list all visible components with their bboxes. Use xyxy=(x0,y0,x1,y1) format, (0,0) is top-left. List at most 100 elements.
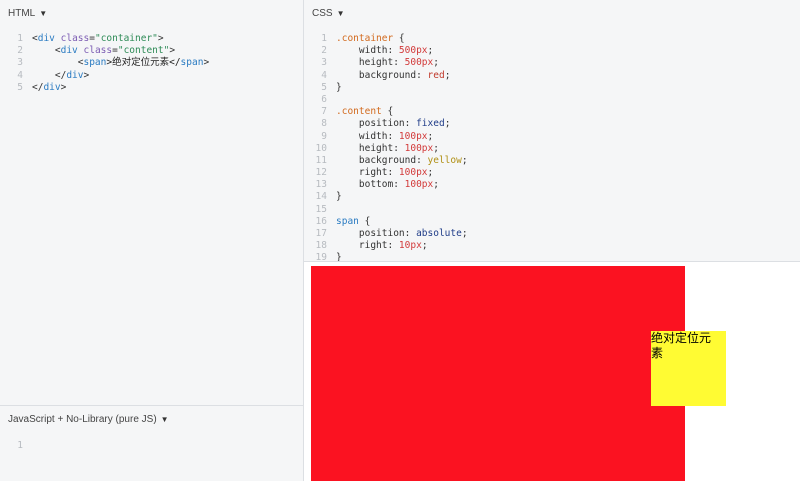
code-text[interactable]: <span>绝对定位元素</span> xyxy=(32,57,209,69)
code-token: 100px xyxy=(404,179,434,191)
preview-container-box xyxy=(311,266,685,481)
code-token: ; xyxy=(444,69,451,81)
code-line[interactable]: 2 width: 500px; xyxy=(304,45,468,57)
code-line[interactable]: 9 width: 100px; xyxy=(304,131,468,143)
code-text[interactable]: } xyxy=(336,191,342,203)
code-text[interactable]: background: yellow; xyxy=(336,155,468,167)
code-token: < xyxy=(32,57,84,69)
line-number: 15 xyxy=(315,203,327,215)
code-text[interactable]: </div> xyxy=(32,82,66,94)
line-number: 4 xyxy=(321,69,327,81)
horizontal-divider[interactable] xyxy=(0,405,303,406)
caret-down-icon[interactable]: ▼ xyxy=(337,9,345,18)
code-line[interactable]: 8 position: fixed; xyxy=(304,118,468,130)
code-token: } xyxy=(336,81,342,93)
code-text[interactable]: .container { xyxy=(336,33,405,45)
code-token: width: xyxy=(336,130,399,142)
code-line[interactable]: 1 .container { xyxy=(304,33,468,45)
code-text[interactable]: .content { xyxy=(336,106,393,118)
code-line[interactable]: 1 xyxy=(0,440,32,452)
code-text[interactable]: </div> xyxy=(32,70,89,82)
code-line[interactable]: 17 position: absolute; xyxy=(304,228,468,240)
code-text[interactable]: right: 100px; xyxy=(336,167,433,179)
code-text[interactable]: position: absolute; xyxy=(336,228,468,240)
css-pane-title: CSS xyxy=(312,8,333,19)
code-token: > xyxy=(203,57,210,69)
code-text[interactable]: background: red; xyxy=(336,69,451,82)
line-number: 13 xyxy=(315,179,327,191)
code-token: ; xyxy=(427,167,434,179)
code-text[interactable]: width: 100px; xyxy=(336,131,433,143)
code-text[interactable]: bottom: 100px; xyxy=(336,179,439,191)
line-number: 3 xyxy=(17,57,23,69)
code-text[interactable]: span { xyxy=(336,216,370,228)
code-line[interactable]: 3 height: 500px; xyxy=(304,57,468,69)
code-line[interactable]: 5} xyxy=(304,82,468,94)
css-editor-pane[interactable]: CSS ▼ 1 .container {2 width: 500px; 3 heig… xyxy=(304,0,800,262)
css-pane-header[interactable]: CSS ▼ xyxy=(312,8,344,19)
code-token: .container xyxy=(336,33,394,44)
line-number: 3 xyxy=(321,57,327,69)
line-number: 1 xyxy=(17,440,23,451)
code-token: > xyxy=(157,33,164,44)
line-number: 14 xyxy=(315,191,327,203)
js-pane-header[interactable]: JavaScript + No-Library (pure JS) ▼ xyxy=(8,414,169,425)
preview-span-text: 绝对定位元素 xyxy=(651,331,712,360)
code-token: class xyxy=(60,33,90,44)
code-line[interactable]: 4 background: red; xyxy=(304,70,468,82)
code-line[interactable]: 12 right: 100px; xyxy=(304,167,468,179)
line-number: 12 xyxy=(315,167,327,179)
js-code-area[interactable]: 1 xyxy=(0,440,32,452)
code-token: div xyxy=(37,33,55,44)
css-code-area[interactable]: 1 .container {2 width: 500px; 3 height: 50… xyxy=(304,33,468,262)
code-line[interactable]: 5 </div> xyxy=(0,82,209,94)
code-text[interactable]: height: 100px; xyxy=(336,143,439,155)
code-text[interactable]: } xyxy=(336,82,342,94)
caret-down-icon[interactable]: ▼ xyxy=(161,415,169,424)
line-number: 7 xyxy=(321,106,327,118)
code-token: </ xyxy=(32,81,44,93)
code-line[interactable]: 10 height: 100px; xyxy=(304,143,468,155)
code-token: > xyxy=(83,69,90,81)
code-line[interactable]: 15 xyxy=(304,204,468,216)
code-token: 100px xyxy=(404,142,434,154)
code-line[interactable]: 6 xyxy=(304,94,468,106)
html-pane-header[interactable]: HTML ▼ xyxy=(8,8,47,19)
code-token: 500px xyxy=(404,57,434,69)
code-line[interactable]: 13 bottom: 100px; xyxy=(304,179,468,191)
code-text[interactable]: height: 500px; xyxy=(336,57,439,69)
code-token: position: xyxy=(336,118,417,130)
js-editor-pane[interactable]: JavaScript + No-Library (pure JS) ▼ 1 xyxy=(0,406,303,481)
code-line[interactable]: 18 right: 10px; xyxy=(304,240,468,252)
code-token: } xyxy=(336,191,342,203)
code-line[interactable]: 3 <span>绝对定位元素</span> xyxy=(0,57,209,69)
code-line[interactable]: 2 <div class="content"> xyxy=(0,45,209,57)
code-token: ; xyxy=(461,228,468,239)
code-line[interactable]: 14} xyxy=(304,191,468,203)
code-line[interactable]: 11 background: yellow; xyxy=(304,155,468,167)
line-number: 2 xyxy=(17,45,23,57)
code-token: background: xyxy=(336,69,428,81)
code-text[interactable]: <div class="content"> xyxy=(32,45,175,57)
code-line[interactable]: 4 </div> xyxy=(0,70,209,82)
code-token: ; xyxy=(433,142,439,154)
code-line[interactable]: 16 span { xyxy=(304,216,468,228)
html-editor-pane[interactable]: HTML ▼ 1 <div class="container"> 2 <div cl… xyxy=(0,0,303,405)
preview-content-box: 绝对定位元素 xyxy=(651,331,726,406)
code-token: > xyxy=(60,81,67,93)
line-number: 18 xyxy=(315,240,327,252)
code-token: 10px xyxy=(398,240,422,252)
code-token: { xyxy=(393,33,405,44)
line-number: 8 xyxy=(321,118,327,130)
code-text[interactable]: right: 10px; xyxy=(336,240,428,252)
code-token: { xyxy=(381,106,394,118)
html-code-area[interactable]: 1 <div class="container"> 2 <div class="co… xyxy=(0,33,209,94)
code-line[interactable]: 7 .content { xyxy=(304,106,468,118)
caret-down-icon[interactable]: ▼ xyxy=(39,9,47,18)
code-line[interactable]: 1 <div class="container"> xyxy=(0,33,209,45)
code-text[interactable]: <div class="container"> xyxy=(32,33,164,45)
code-token: background: xyxy=(336,154,428,166)
code-text[interactable]: width: 500px; xyxy=(336,45,433,57)
code-text[interactable]: position: fixed; xyxy=(336,118,451,130)
code-token: 100px xyxy=(398,130,428,142)
